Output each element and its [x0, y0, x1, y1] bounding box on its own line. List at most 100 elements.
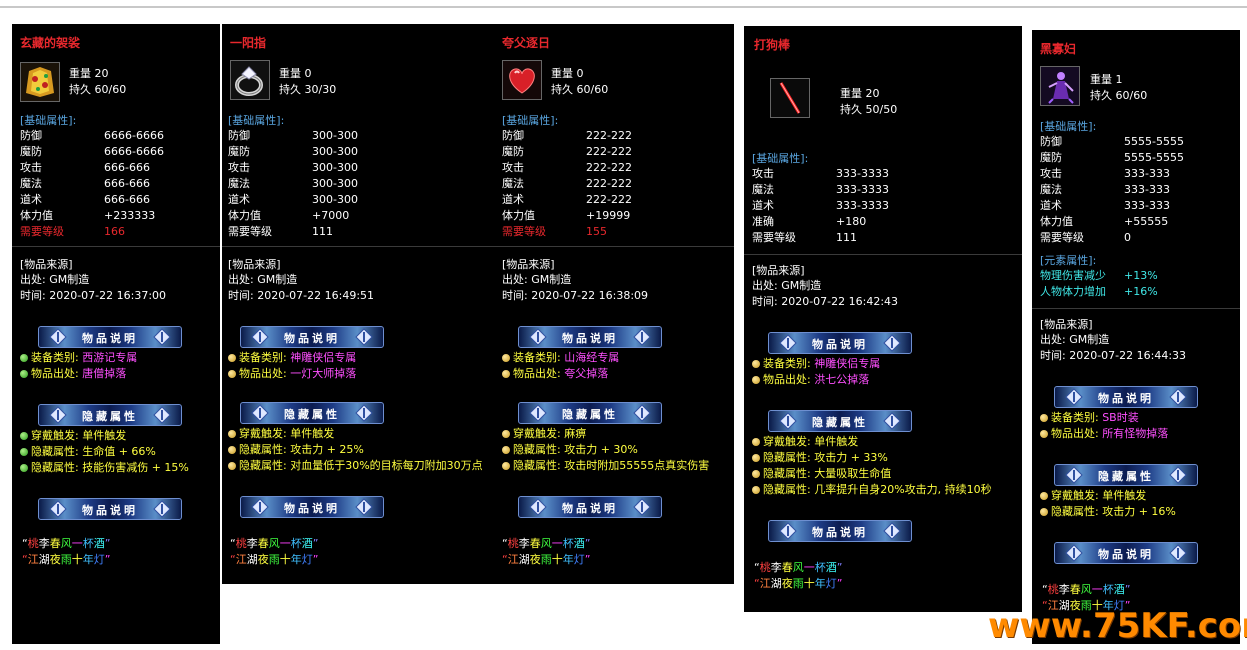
- entry-value: 山海经专属: [564, 351, 620, 364]
- bullet-icon: [228, 354, 236, 362]
- item-explain-banner: 物品说明: [518, 326, 662, 348]
- poem-line-1: “桃李春风一杯酒”: [1042, 582, 1130, 598]
- poem-char: 杯: [814, 561, 826, 574]
- weight-value: 0: [576, 67, 584, 80]
- attr-name: 需要等级: [752, 231, 796, 244]
- durability-label: 持久: [1090, 89, 1112, 102]
- attr-name: 防御: [502, 129, 524, 142]
- banner-label: 隐藏属性: [284, 408, 340, 421]
- poem-char: 雨: [792, 577, 804, 590]
- bullet-icon: [1040, 430, 1048, 438]
- entry-label: 穿戴触发: 单件触发: [239, 427, 335, 440]
- poem-char: 雨: [60, 553, 72, 566]
- emblem-icon: [1169, 544, 1187, 562]
- attr-value: 155: [586, 225, 607, 238]
- bullet-icon: [752, 454, 760, 462]
- item-explain-banner-2: 物品说明: [1054, 542, 1198, 564]
- attr-value: +7000: [312, 209, 350, 222]
- attr-value: 333-3333: [836, 183, 889, 196]
- attr-value: 666-666: [104, 193, 150, 206]
- item-name: 一阳指: [230, 36, 267, 50]
- emblem-icon: [355, 404, 373, 422]
- base-attr-heading: [基础属性]:: [228, 114, 285, 127]
- bullet-icon: [502, 430, 510, 438]
- entry-value: 洪七公掉落: [814, 373, 870, 386]
- poem-char: ”: [104, 553, 111, 566]
- poem-char: 江: [759, 577, 771, 590]
- emblem-icon: [883, 334, 901, 352]
- attr-name: 魔法: [1040, 183, 1062, 196]
- divider: [494, 246, 734, 247]
- attr-value: 222-222: [586, 129, 632, 142]
- attr-value: 333-333: [1124, 167, 1170, 180]
- source-time: 时间: 2020-07-22 16:42:43: [752, 295, 899, 308]
- hidden-attr-banner: 隐藏属性: [1054, 464, 1198, 486]
- bullet-icon: [20, 464, 28, 472]
- divider: [1032, 308, 1240, 309]
- hidden-attr-entry: 隐藏属性: 技能伤害减伤 + 15%: [20, 460, 189, 476]
- bullet-icon: [752, 486, 760, 494]
- emblem-icon: [251, 498, 269, 516]
- attr-name: 魔防: [228, 145, 250, 158]
- emblem-icon: [1065, 544, 1083, 562]
- poem-char: ”: [1124, 583, 1131, 596]
- item-tooltip-panel-4: 打狗棒 重量 20 持久 50/50 [基础属性]: 攻击 333-3333 魔法 3…: [744, 26, 1022, 612]
- emblem-icon: [49, 406, 67, 424]
- attr-value: 300-300: [312, 161, 358, 174]
- entry-label: 隐藏属性: 攻击力 + 33%: [763, 451, 888, 464]
- poem-char: ”: [584, 537, 591, 550]
- emblem-icon: [1169, 388, 1187, 406]
- base-attr-heading: [基础属性]:: [752, 152, 809, 165]
- entry-label: 隐藏属性: 攻击力 + 30%: [513, 443, 638, 456]
- explain-entry: 物品出处: 洪七公掉落: [752, 372, 869, 388]
- emblem-icon: [633, 328, 651, 346]
- poem-char: 风: [60, 537, 72, 550]
- entry-label: 物品出处:: [763, 373, 815, 386]
- bullet-icon: [752, 470, 760, 478]
- bullet-icon: [228, 370, 236, 378]
- entry-value: 神雕侠侣专属: [814, 357, 881, 370]
- weight-label: 重量: [69, 67, 91, 80]
- entry-value: 夸父掉落: [564, 367, 609, 380]
- base-attr-heading: [基础属性]:: [502, 114, 559, 127]
- attr-name: 魔法: [20, 177, 42, 190]
- poem-char: 十: [279, 553, 291, 566]
- poem-char: 杯: [290, 537, 302, 550]
- poem-char: 年: [82, 553, 94, 566]
- source-from: 出处: GM制造: [228, 273, 298, 286]
- hidden-attr-entry: 穿戴触发: 单件触发: [20, 428, 126, 444]
- attr-value: 300-300: [312, 129, 358, 142]
- weight-durability: 重量 0 持久 60/60: [551, 66, 608, 98]
- attr-value: +55555: [1124, 215, 1169, 228]
- emblem-icon: [153, 328, 171, 346]
- banner-label: 物品说明: [82, 504, 138, 517]
- attr-value: 300-300: [312, 193, 358, 206]
- hidden-attr-banner: 隐藏属性: [518, 402, 662, 424]
- poem-char: 春: [781, 561, 793, 574]
- hidden-attr-entry: 隐藏属性: 攻击时附加55555点真实伤害: [502, 458, 709, 474]
- poem-char: 一: [71, 537, 83, 550]
- attr-name: 防御: [228, 129, 250, 142]
- poem-char: 夜: [257, 553, 269, 566]
- bullet-icon: [1040, 508, 1048, 516]
- entry-label: 装备类别:: [513, 351, 565, 364]
- poem-char: 桃: [759, 561, 771, 574]
- weight-label: 重量: [551, 67, 573, 80]
- poem-char: 湖: [38, 553, 50, 566]
- explain-entry: 物品出处: 一灯大师掉落: [228, 366, 356, 382]
- poem-char: 江: [235, 553, 247, 566]
- emblem-icon: [355, 328, 373, 346]
- poem-char: 年: [290, 553, 302, 566]
- bullet-icon: [502, 446, 510, 454]
- emblem-icon: [1065, 388, 1083, 406]
- item-explain-banner: 物品说明: [38, 326, 182, 348]
- hidden-attr-entry: 穿戴触发: 单件触发: [228, 426, 334, 442]
- emblem-icon: [49, 328, 67, 346]
- attr-value: +180: [836, 215, 867, 228]
- poem-char: 灯: [825, 577, 837, 590]
- emblem-icon: [1065, 466, 1083, 484]
- poem-char: 十: [803, 577, 815, 590]
- poem-line-1: “桃李春风一杯酒”: [754, 560, 842, 576]
- weight-label: 重量: [1090, 73, 1112, 86]
- bullet-icon: [20, 354, 28, 362]
